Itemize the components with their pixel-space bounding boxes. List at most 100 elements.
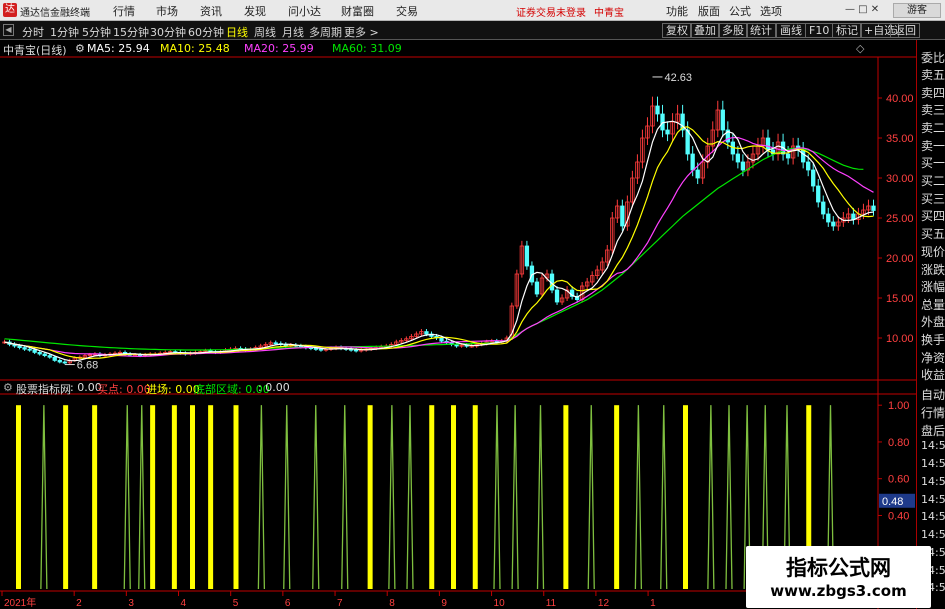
bottom-zone-signal (406, 405, 414, 590)
candle-body (806, 161, 811, 171)
candle-body (57, 359, 62, 363)
period-toolbar: ◀ 分时 1分钟 5分钟 15分钟 30分钟 60分钟 日线 周线 月线 多周期… (0, 21, 945, 40)
mark-button[interactable]: 标记 (832, 23, 862, 38)
tab-60min[interactable]: 60分钟 (188, 24, 224, 40)
x-tick-label: 11 (546, 598, 557, 609)
y-tick-label: 15.00 (886, 293, 914, 305)
sub-indicator-legend: ⚙ 股票指标网 : 0.00 买点: 0.00 进场: 0.00 底部区域: 0… (0, 380, 880, 396)
draw-line-button[interactable]: 画线 (776, 23, 806, 38)
bottom-zone-signal (257, 405, 266, 590)
candle-body (32, 349, 37, 353)
quote-panel-item: 买一 (921, 156, 945, 170)
tab-monthly[interactable]: 月线 (282, 24, 304, 40)
buy-point-value: 买点: 0.00 (97, 383, 151, 396)
tab-multi-period[interactable]: 多周期 (309, 24, 342, 40)
watermark-url: www.zbgs3.com (770, 582, 907, 600)
tab-5min[interactable]: 5分钟 (82, 24, 111, 40)
candle-body (27, 348, 32, 351)
candle-body (424, 331, 429, 335)
menu-discover[interactable]: 发现 (244, 3, 266, 19)
chart-settings-icon[interactable]: ◇ (856, 42, 864, 55)
quote-panel: 委比 卖五 卖四 卖三 卖二 卖一 买一 买二 买三 买四 买五 现价 涨跌 涨幅 总量 外盘 换手 净资 收益 自动… (916, 40, 945, 609)
bottom-zone-signal (123, 405, 131, 590)
x-tick-label: 2 (76, 598, 82, 609)
settings-gear-icon[interactable]: ⚙ (75, 42, 85, 55)
candle-body (740, 161, 746, 171)
candle-body (554, 289, 560, 303)
x-tick-label: 2021年 (4, 596, 36, 609)
multi-stock-button[interactable]: 多股 (718, 23, 748, 38)
statistics-button[interactable]: 统计 (746, 23, 776, 38)
quote-panel-item: 14:59 (921, 457, 945, 470)
overlay-button[interactable]: 叠加 (690, 23, 720, 38)
ma-legend: 中青宝(日线) ⚙ MA5: 25.94 MA10: 25.48 MA20: 2… (0, 41, 915, 57)
candle-body (439, 337, 444, 342)
bottom-zone-signal (725, 405, 733, 590)
guest-button[interactable]: 游客 (893, 3, 941, 18)
candle-body (811, 169, 816, 187)
menu-wealth[interactable]: 财富圈 (341, 3, 374, 19)
sub-settings-icon[interactable]: ⚙ (3, 381, 13, 394)
window-controls[interactable]: — □ ✕ (845, 4, 879, 15)
tab-1min[interactable]: 1分钟 (50, 24, 79, 40)
ma20-value: MA20: 25.99 (244, 42, 314, 55)
candle-body (313, 347, 319, 350)
menu-layout[interactable]: 版面 (698, 3, 720, 19)
back-button[interactable]: 返回 (890, 23, 920, 38)
quote-panel-item: 卖四 (921, 86, 945, 100)
candle-body (690, 153, 695, 171)
menu-quotes[interactable]: 行情 (113, 3, 135, 19)
bottom-zone-signal (660, 405, 668, 590)
bottom-zone-signal (634, 405, 643, 590)
candle-body (42, 353, 47, 357)
tab-weekly[interactable]: 周线 (254, 24, 276, 40)
candle-body (17, 345, 22, 349)
y-tick-label: 30.00 (886, 173, 914, 185)
quote-panel-item: 14:59 (921, 475, 945, 488)
entry-signal-bar (614, 405, 620, 589)
title-bar: 达 通达信金融终端 行情 市场 资讯 发现 问小达 财富圈 交易 证券交易未登录… (0, 0, 945, 21)
bottom-zone-signal (40, 405, 48, 590)
candle-body (318, 348, 324, 351)
quote-panel-item: 买四 (921, 209, 945, 223)
y-tick-label: 10.00 (886, 333, 914, 345)
ma60-line (4, 147, 864, 351)
x-tick-label: 5 (233, 598, 239, 609)
entry-value: 进场: 0.00 (146, 383, 200, 396)
candle-body (871, 205, 876, 211)
app-title: 通达信金融终端 (20, 8, 90, 19)
entry-signal-bar (190, 405, 195, 589)
tab-30min[interactable]: 30分钟 (150, 24, 186, 40)
f10-button[interactable]: F10 (805, 23, 834, 38)
menu-trade[interactable]: 交易 (396, 3, 418, 19)
entry-signal-bar (451, 405, 456, 589)
tab-more[interactable]: 更多 > (344, 24, 379, 40)
menu-functions[interactable]: 功能 (666, 3, 688, 19)
candle-body (655, 105, 660, 115)
tab-daily[interactable]: 日线 (226, 24, 248, 40)
bottom-zone-signal (536, 405, 545, 590)
entry-signal-bar (683, 405, 688, 589)
collapse-left-icon[interactable]: ◀ (3, 24, 14, 36)
login-status[interactable]: 证券交易未登录 (516, 4, 586, 19)
bottom-zone-signal (341, 405, 349, 590)
menu-news[interactable]: 资讯 (200, 3, 222, 19)
x-tick-label: 9 (441, 598, 447, 609)
high-price-label: 42.63 (664, 72, 692, 84)
menu-assistant[interactable]: 问小达 (288, 3, 321, 19)
menu-options[interactable]: 选项 (760, 3, 782, 19)
y-tick-label: 40.00 (886, 93, 914, 105)
entry-signal-bar (472, 405, 478, 589)
tab-15min[interactable]: 15分钟 (113, 24, 149, 40)
kline-chart[interactable]: 10.00 15.00 20.00 25.00 30.00 35.00 40.00 42.63… (0, 40, 916, 609)
tab-intraday[interactable]: 分时 (22, 24, 44, 40)
entry-signal-bar (208, 405, 214, 589)
quote-panel-item: 14:59 (921, 510, 945, 523)
menu-market[interactable]: 市场 (156, 3, 178, 19)
quote-panel-item: 委比 (921, 51, 945, 65)
menu-formula[interactable]: 公式 (729, 3, 751, 19)
site-watermark: 指标公式网 www.zbgs3.com (746, 546, 931, 608)
adjust-button[interactable]: 复权 (662, 23, 692, 38)
entry-signal-bar (233, 405, 239, 589)
quote-panel-item: 收益 (921, 368, 945, 382)
